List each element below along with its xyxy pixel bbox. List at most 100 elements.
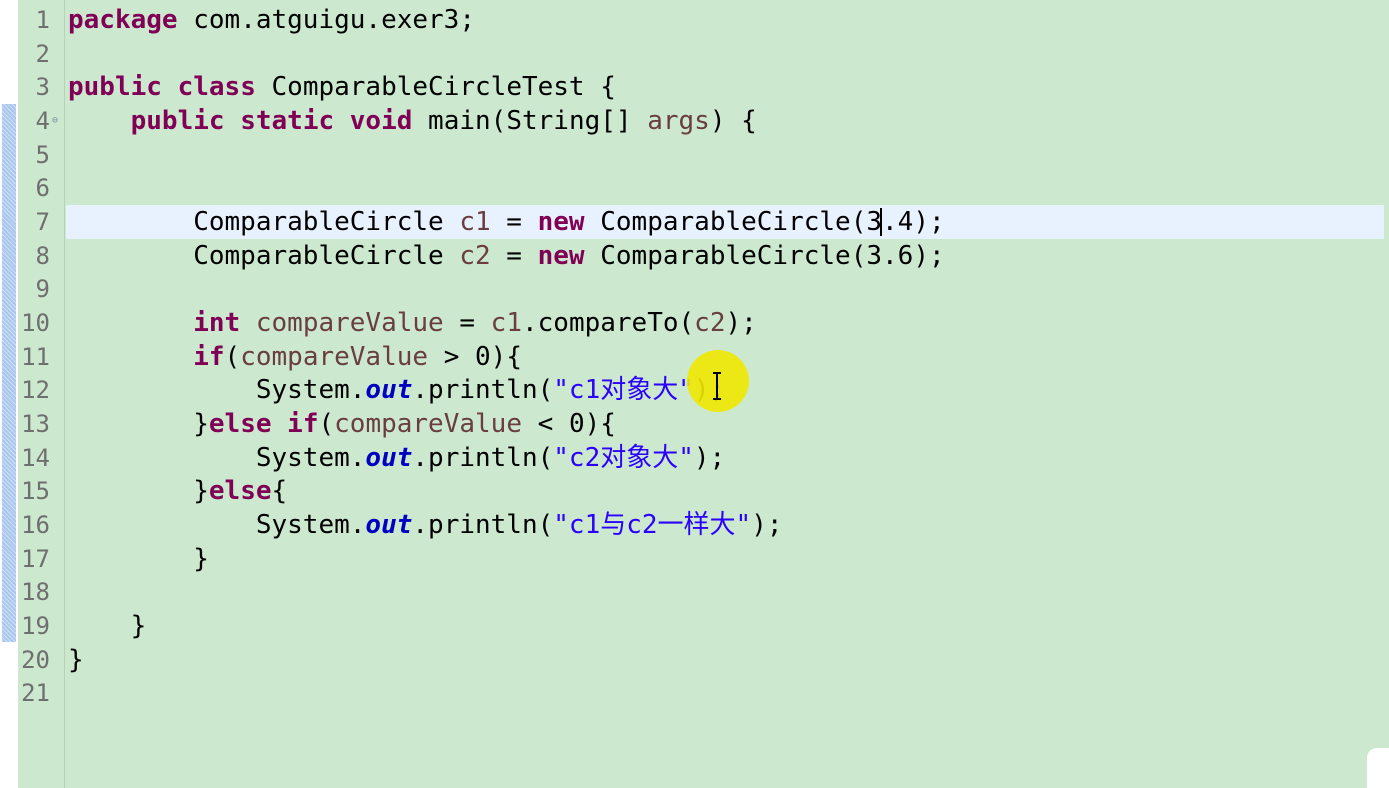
code-text: ( [318,409,335,439]
local-variable: compareValue [334,409,522,439]
local-variable: c2 [694,308,726,338]
line-number: 10 [21,309,50,337]
code-text: System. [68,510,366,540]
ibeam-cursor-icon [713,372,721,400]
keyword: new [537,241,585,271]
static-field: out [365,510,413,540]
code-text: { [271,476,288,506]
local-variable: compareValue [255,308,444,338]
scrollbar-corner [1367,748,1389,788]
code-line-7[interactable]: ComparableCircle c1 = new ComparableCirc… [68,205,944,239]
keyword: void [349,106,413,136]
code-text: .compareTo( [521,308,695,338]
code-editor[interactable]: 1 2 3 4 ⊖ 5 6 7 8 9 10 11 12 13 14 15 16… [0,0,1389,788]
keyword: public [130,106,225,136]
code-line-14[interactable]: System.out.println("c2对象大"); [68,441,725,475]
keyword: static [240,106,335,136]
code-text: } [68,476,209,506]
line-number: 3 [35,73,50,101]
local-variable: c1 [459,207,491,237]
local-variable: compareValue [240,342,429,372]
keyword: int [193,308,241,338]
code-line-20[interactable]: } [68,643,84,677]
code-text: .println( [412,510,554,540]
line-number: 20 [21,646,50,674]
line-number: 5 [35,141,50,169]
code-text: ); [725,308,757,338]
line-number: 19 [21,612,50,640]
code-text: } [68,645,84,675]
line-number: 18 [21,578,50,606]
code-text: com.atguigu.exer3; [177,5,475,35]
code-text: } [68,409,209,439]
code-text: = [490,207,538,237]
line-number-gutter: 1 2 3 4 ⊖ 5 6 7 8 9 10 11 12 13 14 15 16… [18,0,65,788]
keyword: else [208,409,272,439]
code-line-13[interactable]: }else if(compareValue < 0){ [68,407,616,441]
code-line-17[interactable]: } [68,542,209,576]
code-text: < 0){ [521,409,616,439]
code-text: > 0){ [428,342,522,372]
code-text: main(String[] [412,106,648,136]
code-line-10[interactable]: int compareValue = c1.compareTo(c2); [68,306,757,340]
keyword: public [68,72,162,102]
line-number: 21 [21,679,50,707]
code-text: ComparableCircle [68,207,460,237]
line-number: 13 [21,410,50,438]
code-line-4[interactable]: public static void main(String[] args) { [68,104,757,138]
fold-collapse-icon[interactable]: ⊖ [52,116,62,126]
line-number: 12 [21,376,50,404]
code-line-16[interactable]: System.out.println("c1与c2一样大"); [68,508,783,542]
line-number: 15 [21,477,50,505]
line-number: 14 [21,444,50,472]
line-number: 2 [35,40,50,68]
code-text: ComparableCircle [68,241,460,271]
code-line-15[interactable]: }else{ [68,474,287,508]
code-text: .println( [412,443,554,473]
line-number: 9 [35,275,50,303]
parameter-name: args [647,106,710,136]
keyword: if [193,342,225,372]
code-line-19[interactable]: } [68,609,147,643]
code-text: ComparableCircle(3.6); [584,241,945,271]
code-line-3[interactable]: public class ComparableCircleTest { [68,70,616,104]
code-line-1[interactable]: package com.atguigu.exer3; [68,3,475,37]
keyword: class [177,72,256,102]
line-number: 1 [35,6,50,34]
code-line-8[interactable]: ComparableCircle c2 = new ComparableCirc… [68,239,945,273]
static-field: out [365,375,413,405]
code-line-11[interactable]: if(compareValue > 0){ [68,340,522,374]
code-text: ); [751,510,783,540]
line-number: 4 [35,107,50,135]
code-text: } [68,544,209,574]
local-variable: c2 [459,241,491,271]
line-number: 6 [35,174,50,202]
code-text: System. [68,443,366,473]
local-variable: c1 [490,308,522,338]
string-literal: "c1与c2一样大" [553,510,752,540]
code-text: = [490,241,538,271]
static-field: out [365,443,413,473]
code-text: } [68,611,147,641]
line-number: 11 [21,343,50,371]
code-text: ) { [709,106,757,136]
string-literal: "c2对象大" [553,443,694,473]
keyword: else [208,476,272,506]
line-number: 16 [21,511,50,539]
string-literal: "c1对象大" [553,375,694,405]
code-text: ComparableCircleTest { [255,72,616,102]
code-line-12[interactable]: System.out.println("c1对象大"); [68,373,725,407]
keyword: package [68,5,178,35]
text-caret [880,208,882,236]
keyword: new [537,207,585,237]
line-number: 7 [35,208,50,236]
change-ruler [2,104,16,642]
line-number: 17 [21,545,50,573]
